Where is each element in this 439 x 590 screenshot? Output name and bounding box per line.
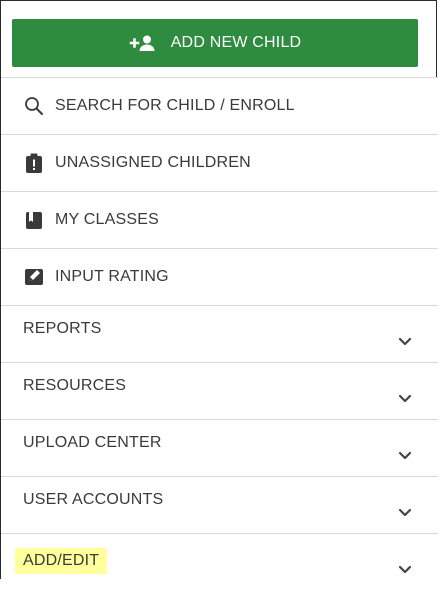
edit-rating-icon xyxy=(23,266,45,288)
menu-item-unassigned-children[interactable]: UNASSIGNED CHILDREN xyxy=(1,134,438,191)
menu-item-label: USER ACCOUNTS xyxy=(23,491,164,508)
menu-item-user-accounts[interactable]: USER ACCOUNTS xyxy=(1,476,438,533)
search-icon xyxy=(23,95,45,117)
menu-item-search-enroll[interactable]: SEARCH FOR CHILD / ENROLL xyxy=(1,77,438,134)
menu-item-reports[interactable]: REPORTS xyxy=(1,305,438,362)
clipboard-alert-icon xyxy=(23,152,45,174)
menu-item-my-classes[interactable]: MY CLASSES xyxy=(1,191,438,248)
navigation-panel: ADD NEW CHILD SEARCH FOR CHILD / ENROLL xyxy=(0,0,438,590)
chevron-down-icon[interactable] xyxy=(396,332,414,350)
menu-item-label-highlighted: ADD/EDIT xyxy=(15,548,108,574)
chevron-down-icon[interactable] xyxy=(396,503,414,521)
menu-item-label: SEARCH FOR CHILD / ENROLL xyxy=(55,97,295,114)
menu-item-input-rating[interactable]: INPUT RATING xyxy=(1,248,438,305)
menu-item-label: INPUT RATING xyxy=(55,268,169,285)
menu-item-upload-center[interactable]: UPLOAD CENTER xyxy=(1,419,438,476)
add-person-icon xyxy=(129,33,159,53)
add-new-child-label: ADD NEW CHILD xyxy=(170,34,302,51)
menu-item-resources[interactable]: RESOURCES xyxy=(1,362,438,419)
menu-item-label: MY CLASSES xyxy=(55,211,159,228)
menu-item-label: UPLOAD CENTER xyxy=(23,434,162,451)
main-menu: SEARCH FOR CHILD / ENROLL UNASSIGNED CHI… xyxy=(1,77,438,590)
chevron-down-icon[interactable] xyxy=(396,389,414,407)
chevron-down-icon[interactable] xyxy=(396,560,414,578)
chevron-down-icon[interactable] xyxy=(396,446,414,464)
menu-item-add-edit[interactable]: ADD/EDIT xyxy=(1,533,438,590)
menu-item-label: UNASSIGNED CHILDREN xyxy=(55,154,251,171)
add-new-child-button[interactable]: ADD NEW CHILD xyxy=(12,19,418,67)
menu-item-label: REPORTS xyxy=(23,320,102,337)
menu-item-label: RESOURCES xyxy=(23,377,127,394)
book-icon xyxy=(23,209,45,231)
